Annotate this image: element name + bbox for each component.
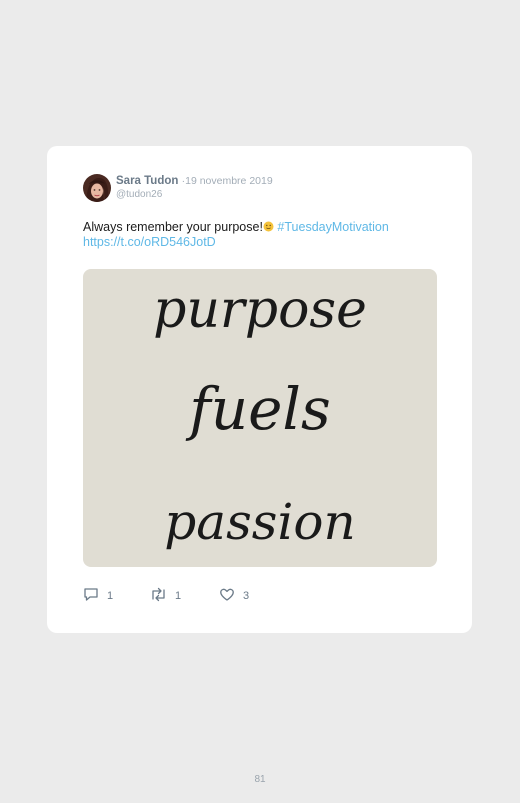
reply-count: 1 <box>107 590 114 602</box>
image-word-passion: passion <box>164 493 355 551</box>
tweet-body: Always remember your purpose! <box>83 220 263 234</box>
image-word-purpose: purpose <box>153 280 367 340</box>
tweet-image[interactable]: purpose fuels passion <box>83 269 437 567</box>
author-name[interactable]: Sara Tudon <box>116 175 178 187</box>
retweet-count: 1 <box>175 590 182 602</box>
tweet-card: Sara Tudon ·19 novembre 2019 @tudon26 Al… <box>47 146 472 633</box>
retweet-button[interactable]: 1 <box>150 587 219 605</box>
reply-icon <box>83 587 99 605</box>
author-handle[interactable]: @tudon26 <box>116 189 162 200</box>
smiley-emoji-icon <box>263 221 274 232</box>
hashtag-link[interactable]: #TuesdayMotivation <box>277 220 388 234</box>
tweet-actions: 1 1 3 <box>83 587 249 605</box>
avatar[interactable] <box>83 174 111 202</box>
tweet-text: Always remember your purpose! #TuesdayMo… <box>83 220 443 250</box>
tweet-date[interactable]: 19 novembre 2019 <box>185 175 273 187</box>
image-word-fuels: fuels <box>185 375 330 443</box>
author-line: Sara Tudon ·19 novembre 2019 <box>116 175 273 187</box>
page-number: 81 <box>254 774 266 785</box>
reply-button[interactable]: 1 <box>83 587 150 605</box>
like-count: 3 <box>243 590 250 602</box>
retweet-icon <box>150 587 167 605</box>
url-link[interactable]: https://t.co/oRD546JotD <box>83 235 216 249</box>
like-button[interactable]: 3 <box>219 587 249 605</box>
heart-icon <box>219 587 235 605</box>
